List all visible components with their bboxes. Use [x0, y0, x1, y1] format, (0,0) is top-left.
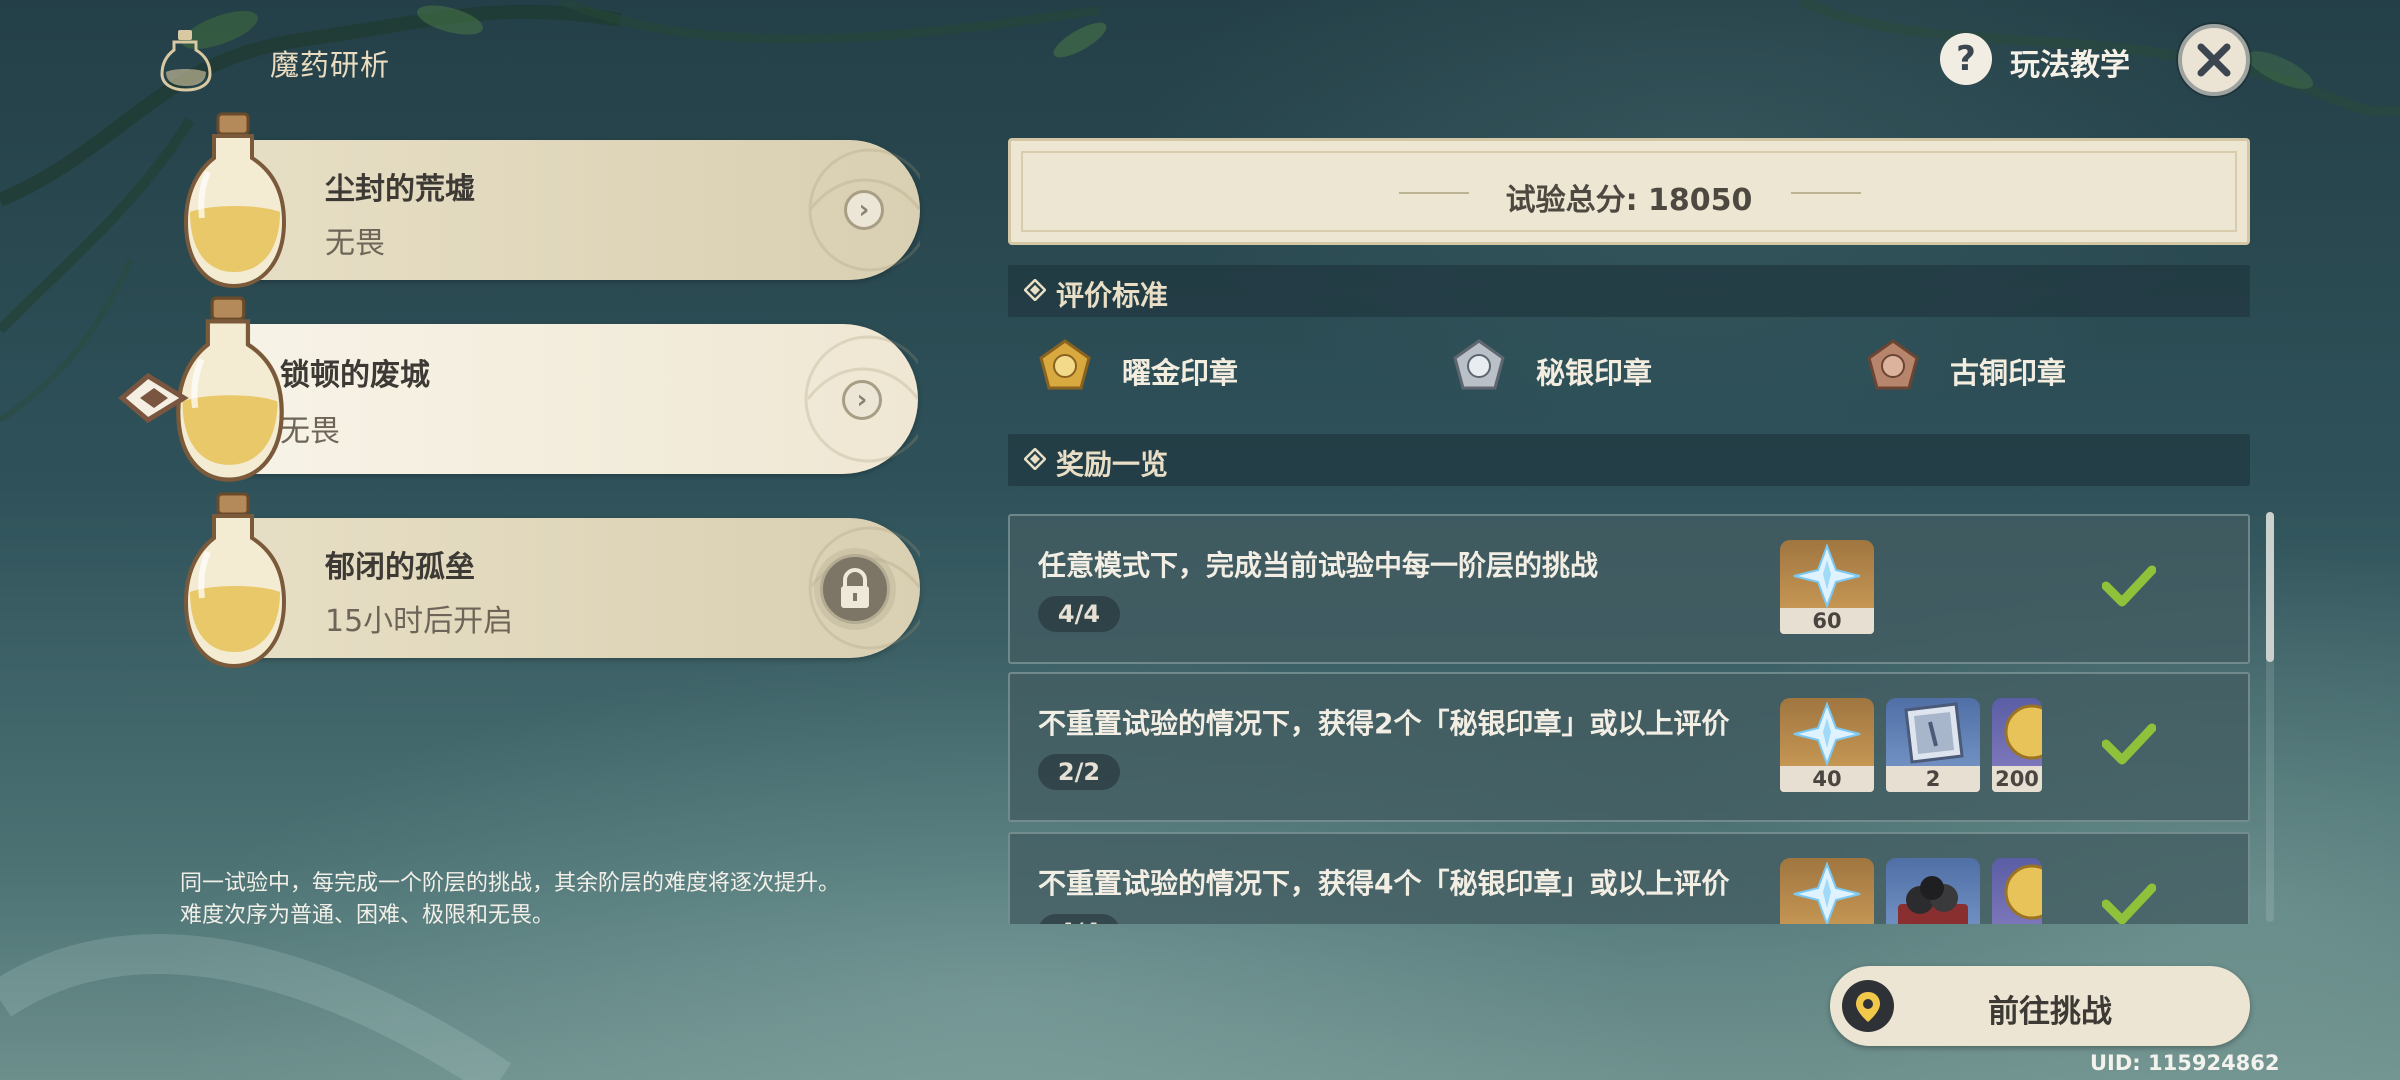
reward-item[interactable]	[1886, 858, 1980, 924]
reward-progress: 4/4	[1038, 596, 1120, 632]
diamond-icon	[1024, 279, 1046, 301]
description-line: 难度次序为普通、困难、极限和无畏。	[180, 903, 555, 928]
reward-item[interactable]	[1780, 858, 1874, 924]
silver-seal-icon	[1453, 339, 1505, 390]
close-icon	[2197, 43, 2231, 77]
criteria-title: 评价标准	[1056, 279, 1169, 312]
help-icon[interactable]: ?	[1940, 33, 1992, 85]
difficulty-description: 同一试验中，每完成一个阶层的挑战，其余阶层的难度将逐次提升。 难度次序为普通、困…	[180, 868, 840, 932]
reward-requirement: 不重置试验的情况下，获得4个「秘银印章」或以上评价	[1038, 867, 1730, 900]
potion-icon	[160, 30, 212, 92]
criteria-silver-label: 秘银印章	[1536, 356, 1653, 390]
flask-icon	[183, 112, 287, 289]
challenge-card-1[interactable]: 尘封的荒墟 无畏 ›	[230, 140, 920, 280]
rewards-title: 奖励一览	[1056, 448, 1169, 481]
chevron-right-icon[interactable]: ›	[842, 380, 882, 420]
reward-requirement: 不重置试验的情况下，获得2个「秘银印章」或以上评价	[1038, 707, 1730, 740]
reward-progress: 4/4	[1038, 914, 1120, 924]
reward-item[interactable]: 200	[1992, 698, 2042, 792]
reward-requirement: 任意模式下，完成当前试验中每一阶层的挑战	[1038, 549, 1599, 582]
reward-quantity: 60	[1780, 608, 1874, 634]
close-button[interactable]	[2178, 24, 2250, 96]
criteria-row: 曜金印章 秘银印章 古铜印章	[1008, 338, 2250, 396]
criteria-bronze-label: 古铜印章	[1950, 356, 2067, 390]
criteria-header: 评价标准	[1008, 265, 2250, 317]
reward-item[interactable]: 60	[1780, 540, 1874, 634]
challenge-difficulty: 无畏	[325, 226, 385, 261]
reward-item[interactable]: 2	[1886, 698, 1980, 792]
talent-book-icon	[1904, 702, 1964, 764]
challenge-name: 尘封的荒墟	[325, 172, 475, 207]
card-ornament	[808, 148, 920, 272]
criteria-gold-label: 曜金印章	[1122, 356, 1239, 390]
check-icon	[2102, 565, 2156, 607]
total-score: 试验总分: 18050	[1505, 183, 1753, 218]
rewards-list[interactable]: 任意模式下，完成当前试验中每一阶层的挑战 4/4 60 不重置试验的情况下，获得…	[1008, 510, 2252, 924]
gold-seal-icon	[1039, 339, 1091, 390]
challenge-card-2[interactable]: 锁顿的废城 无畏 ›	[218, 324, 918, 474]
primogem-icon	[1793, 543, 1861, 609]
lock-icon	[820, 554, 890, 624]
reward-item[interactable]	[1992, 858, 2042, 924]
primogem-icon	[1793, 701, 1861, 767]
challenge-unlock-time: 15小时后开启	[325, 604, 514, 639]
reward-quantity: 200	[1992, 766, 2042, 792]
bronze-seal-icon	[1867, 339, 1919, 390]
reward-quantity: 40	[1780, 766, 1874, 792]
total-score-panel: 试验总分: 18050	[1008, 138, 2250, 245]
card-ornament	[804, 335, 918, 463]
selection-marker-icon	[118, 372, 189, 424]
flask-icon	[183, 492, 287, 669]
challenge-card-3[interactable]: 郁闭的孤垒 15小时后开启	[230, 518, 920, 658]
check-icon	[2102, 883, 2156, 924]
reward-row: 不重置试验的情况下，获得4个「秘银印章」或以上评价 4/4	[1008, 832, 2250, 924]
diamond-icon	[1024, 448, 1046, 470]
reward-item[interactable]: 40	[1780, 698, 1874, 792]
check-icon	[2102, 723, 2156, 765]
mora-icon	[2004, 864, 2042, 920]
reward-row: 任意模式下，完成当前试验中每一阶层的挑战 4/4 60	[1008, 514, 2250, 664]
go-challenge-button[interactable]: 前往挑战	[1830, 966, 2250, 1046]
help-label[interactable]: 玩法教学	[2010, 40, 2130, 84]
mora-icon	[2004, 704, 2042, 760]
reward-row: 不重置试验的情况下，获得2个「秘银印章」或以上评价 2/2 40 2 200	[1008, 672, 2250, 822]
challenge-name: 郁闭的孤垒	[325, 550, 475, 585]
primogem-icon	[1793, 861, 1861, 924]
reward-quantity: 2	[1886, 766, 1980, 792]
rewards-header: 奖励一览	[1008, 434, 2250, 486]
reward-progress: 2/2	[1038, 754, 1120, 790]
chevron-right-icon[interactable]: ›	[844, 190, 884, 230]
scrollbar-thumb[interactable]	[2266, 512, 2274, 662]
ore-icon	[1898, 876, 1968, 924]
uid-label: UID: 115924862	[2090, 1051, 2280, 1075]
challenge-name: 锁顿的废城	[280, 358, 430, 393]
go-challenge-label: 前往挑战	[1988, 994, 2112, 1030]
description-line: 同一试验中，每完成一个阶层的挑战，其余阶层的难度将逐次提升。	[180, 871, 841, 896]
page-title: 魔药研析	[270, 48, 391, 82]
